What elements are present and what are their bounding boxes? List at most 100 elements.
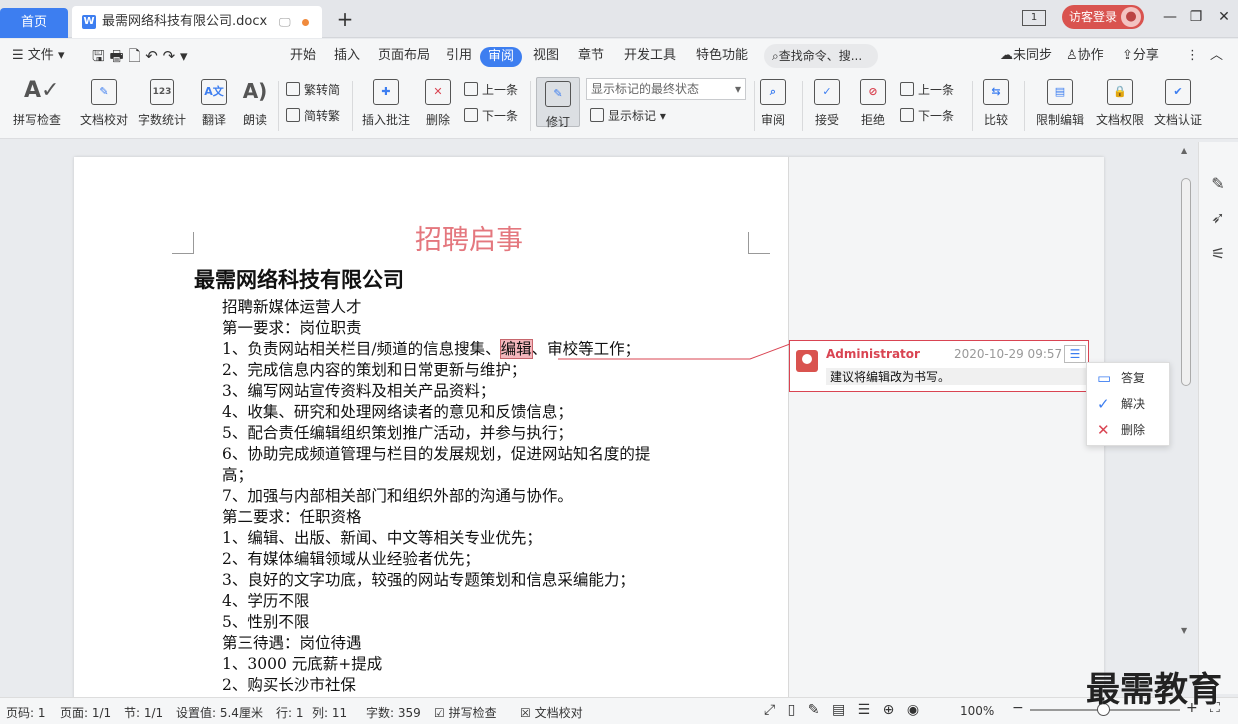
- comment-text[interactable]: 建议将编辑改为书写。: [826, 368, 1086, 385]
- doc-line[interactable]: 第三待遇：岗位待遇: [222, 633, 362, 654]
- tab-document[interactable]: W 最需网络科技有限公司.docx 🖵: [72, 6, 322, 38]
- spell-check-button[interactable]: A✓ 拼写检查: [8, 79, 66, 135]
- resolve-menu-item[interactable]: ✓ 解决: [1087, 391, 1171, 417]
- menu-item-view[interactable]: 视图: [533, 39, 559, 73]
- simp-to-trad-button[interactable]: 简转繁: [286, 106, 340, 126]
- doc-line[interactable]: 1、3000 元底薪+提成: [222, 654, 382, 675]
- delete-menu-item[interactable]: ✕ 删除: [1087, 417, 1171, 443]
- doc-line[interactable]: 招聘新媒体运营人才: [222, 297, 362, 318]
- cursor-icon[interactable]: ➶: [1208, 208, 1228, 228]
- doc-line[interactable]: 2、购买长沙市社保: [222, 675, 356, 696]
- share-button[interactable]: ⇪分享: [1122, 39, 1159, 73]
- translate-button[interactable]: A文 翻译: [194, 79, 234, 135]
- simp-trad-label: 简转繁: [304, 109, 341, 123]
- status-col[interactable]: 列: 11: [312, 704, 347, 721]
- toolbar-quick-icons[interactable]: 🖫 🖶 🗋 ↶ ↷ ▾: [92, 39, 188, 73]
- accept-button[interactable]: ✓ 接受: [810, 79, 844, 135]
- status-page-code[interactable]: 页码: 1: [6, 704, 46, 721]
- next-comment-button[interactable]: 下一条: [464, 106, 518, 126]
- delete-comment-button[interactable]: ✕ 删除: [418, 79, 458, 135]
- page-indicator-icon[interactable]: 1: [1022, 10, 1046, 26]
- doc-line[interactable]: 高；: [222, 465, 253, 486]
- doc-line[interactable]: 5、性别不限: [222, 612, 309, 633]
- word-doc-icon: W: [82, 15, 96, 29]
- zoom-out-icon[interactable]: −: [1012, 700, 1024, 716]
- insert-comment-button[interactable]: ✚ 插入批注: [358, 79, 414, 135]
- doc-line[interactable]: 1、编辑、出版、新闻、中文等相关专业优先；: [222, 528, 542, 549]
- status-section[interactable]: 节: 1/1: [124, 704, 163, 721]
- prev-change-button[interactable]: 上一条: [900, 80, 954, 100]
- search-input[interactable]: ⌕查找命令、搜...: [764, 44, 878, 68]
- doc-cert-button[interactable]: ✔ 文档认证: [1152, 79, 1204, 135]
- collapse-ribbon-icon[interactable]: ︿: [1210, 39, 1223, 73]
- new-tab-button[interactable]: +: [334, 8, 356, 30]
- trad-to-simp-button[interactable]: 繁转简: [286, 80, 340, 100]
- status-setting[interactable]: 设置值: 5.4厘米: [176, 704, 263, 721]
- scrollbar-thumb[interactable]: [1181, 178, 1191, 386]
- sync-status[interactable]: ☁未同步: [1000, 39, 1052, 73]
- zoom-level[interactable]: 100%: [960, 704, 994, 718]
- scroll-down-icon[interactable]: ▼: [1181, 626, 1187, 635]
- restore-button[interactable]: ❐: [1184, 6, 1208, 28]
- guest-login-button[interactable]: 访客登录 ●: [1062, 5, 1144, 29]
- review-pane-button[interactable]: ⌕ 审阅: [756, 79, 790, 135]
- menu-item-references[interactable]: 引用: [446, 39, 472, 73]
- doc-line[interactable]: 3、良好的文字功底，较强的网站专题策划和信息采编能力；: [222, 570, 635, 591]
- menu-item-page-layout[interactable]: 页面布局: [378, 39, 430, 73]
- doc-line[interactable]: 第二要求：任职资格: [222, 507, 362, 528]
- reject-button[interactable]: ⊘ 拒绝: [856, 79, 890, 135]
- compare-button[interactable]: ⇆ 比较: [978, 79, 1014, 135]
- collaborate-button[interactable]: ♙协作: [1066, 39, 1104, 73]
- doc-line-text: 1、负责网站相关栏目/频道的信息搜集、: [222, 340, 501, 358]
- tab-home[interactable]: 首页: [0, 8, 68, 38]
- scroll-up-icon[interactable]: ▲: [1181, 146, 1187, 155]
- track-changes-button[interactable]: ✎ 修订: [536, 77, 580, 129]
- status-doc-proof[interactable]: ☒ 文档校对: [520, 704, 583, 721]
- doc-line[interactable]: 第一要求：岗位职责: [222, 318, 362, 339]
- status-page[interactable]: 页面: 1/1: [60, 704, 111, 721]
- show-markup-button[interactable]: 显示标记 ▾: [590, 106, 666, 126]
- word-count-button[interactable]: 123 字数统计: [136, 79, 188, 135]
- doc-line[interactable]: 4、学历不限: [222, 591, 309, 612]
- restrict-edit-button[interactable]: ▤ 限制编辑: [1034, 79, 1086, 135]
- settings-sliders-icon[interactable]: ⚟: [1208, 244, 1228, 264]
- doc-line[interactable]: 3、编写网站宣传资料及相关产品资料；: [222, 381, 495, 402]
- pen-icon[interactable]: ✎: [1208, 174, 1228, 194]
- comment-menu-icon[interactable]: ☰: [1064, 345, 1086, 363]
- commented-text-highlight[interactable]: 编辑: [499, 339, 533, 359]
- markup-select[interactable]: 显示标记的最终状态 ▾: [586, 78, 746, 100]
- company-heading[interactable]: 最需网络科技有限公司: [194, 264, 404, 294]
- reply-menu-item[interactable]: ▭ 答复: [1087, 365, 1171, 391]
- delete-item-label: 删除: [1121, 423, 1146, 437]
- menu-item-start[interactable]: 开始: [290, 39, 316, 73]
- doc-line[interactable]: 4、收集、研究和处理网络读者的意见和反馈信息；: [222, 402, 573, 423]
- status-spell-check[interactable]: ☑ 拼写检查: [434, 704, 497, 721]
- status-word-count[interactable]: 字数: 359: [366, 704, 421, 721]
- status-row[interactable]: 行: 1: [276, 704, 304, 721]
- doc-line[interactable]: 5、配合责任编辑组织策划推广活动，并参与执行；: [222, 423, 573, 444]
- more-icon[interactable]: ⋮: [1186, 39, 1199, 73]
- spell-check-icon: A✓: [24, 78, 60, 103]
- next-change-button[interactable]: 下一条: [900, 106, 954, 126]
- doc-line[interactable]: 2、有媒体编辑领域从业经验者优先；: [222, 549, 480, 570]
- doc-rights-button[interactable]: 🔒 文档权限: [1094, 79, 1146, 135]
- document-title[interactable]: 招聘启事: [74, 218, 864, 257]
- doc-proof-button[interactable]: ✎ 文档校对: [78, 79, 130, 135]
- comment-card[interactable]: Administrator 2020-10-29 09:57 ☰ 建议将编辑改为…: [789, 340, 1089, 392]
- doc-line[interactable]: 7、加强与内部相关部门和组织外部的沟通与协作。: [222, 486, 573, 507]
- close-button[interactable]: ✕: [1212, 6, 1236, 28]
- view-mode-icons[interactable]: ⤢ ▯ ✎ ▤ ☰ ⊕ ◉: [764, 702, 919, 718]
- file-menu[interactable]: ☰ 文件 ▾: [12, 39, 64, 73]
- minimize-button[interactable]: —: [1158, 6, 1182, 28]
- doc-line[interactable]: 6、协助完成频道管理与栏目的发展规划，促进网站知名度的提: [222, 444, 650, 465]
- menu-item-review[interactable]: 审阅: [480, 47, 522, 67]
- menu-item-insert[interactable]: 插入: [334, 39, 360, 73]
- prev-comment-button[interactable]: 上一条: [464, 80, 518, 100]
- doc-line[interactable]: 2、完成信息内容的策划和日常更新与维护；: [222, 360, 526, 381]
- menu-item-developer[interactable]: 开发工具: [624, 39, 676, 73]
- track-changes-icon: ✎: [545, 81, 571, 107]
- menu-item-features[interactable]: 特色功能: [696, 39, 748, 73]
- monitor-icon[interactable]: 🖵: [279, 6, 291, 38]
- read-aloud-button[interactable]: A) 朗读: [238, 79, 272, 135]
- menu-item-chapter[interactable]: 章节: [578, 39, 604, 73]
